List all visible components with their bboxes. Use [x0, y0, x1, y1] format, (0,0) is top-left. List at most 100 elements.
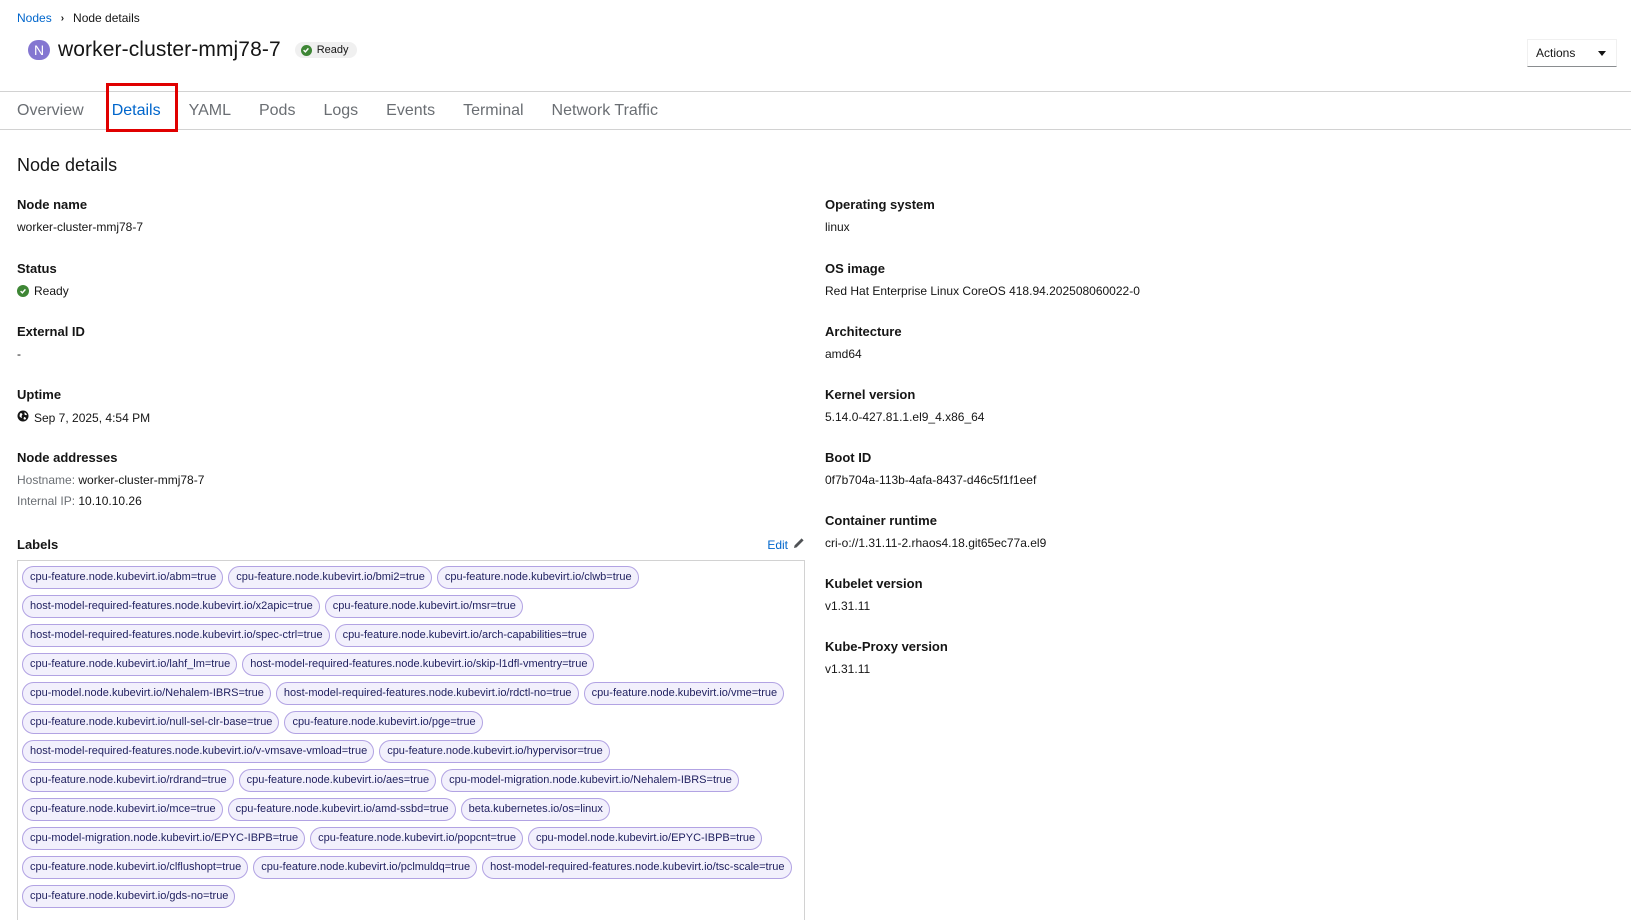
check-circle-icon: [17, 285, 29, 297]
uptime-field: Uptime Sep 7, 2025, 4:54 PM: [17, 387, 150, 425]
pencil-icon: [793, 537, 805, 552]
architecture-value: amd64: [825, 347, 862, 361]
container-runtime-label: Container runtime: [825, 513, 937, 528]
os-image-value: Red Hat Enterprise Linux CoreOS 418.94.2…: [825, 284, 1140, 298]
node-resource-badge: N: [28, 40, 50, 60]
boot-id-label: Boot ID: [825, 450, 872, 465]
tab-pods[interactable]: Pods: [259, 102, 295, 120]
actions-dropdown[interactable]: Actions: [1527, 39, 1617, 67]
breadcrumb: Nodes › Node details: [17, 11, 140, 25]
label-chip[interactable]: cpu-feature.node.kubevirt.io/lahf_lm=tru…: [22, 653, 238, 676]
labels-list: cpu-feature.node.kubevirt.io/abm=true cpu…: [17, 560, 805, 920]
operating-system-value: linux: [825, 220, 850, 234]
tab-yaml[interactable]: YAML: [189, 102, 231, 120]
kubelet-version-label: Kubelet version: [825, 576, 923, 591]
kernel-version-value: 5.14.0-427.81.1.el9_4.x86_64: [825, 410, 985, 424]
label-chip[interactable]: cpu-model-migration.node.kubevirt.io/EPY…: [22, 827, 306, 850]
architecture-label: Architecture: [825, 324, 902, 339]
page-header: N worker-cluster-mmj78-7 Ready: [28, 38, 357, 62]
actions-dropdown-label: Actions: [1536, 46, 1576, 60]
node-addresses-label: Node addresses: [17, 450, 118, 465]
uptime-value-row: Sep 7, 2025, 4:54 PM: [17, 410, 150, 425]
label-chip[interactable]: cpu-feature.node.kubevirt.io/hypervisor=…: [379, 740, 610, 763]
tab-network-traffic[interactable]: Network Traffic: [552, 102, 658, 120]
node-addresses-field: Node addresses Hostname: worker-cluster-…: [17, 450, 204, 515]
tab-logs[interactable]: Logs: [323, 102, 358, 120]
status-badge-label: Ready: [316, 44, 349, 56]
external-id-field: External ID -: [17, 324, 85, 361]
labels-header: Labels Edit: [17, 537, 805, 552]
internal-ip-row: Internal IP: 10.10.10.26: [17, 494, 204, 508]
status-field: Status Ready: [17, 261, 69, 298]
labels-label: Labels: [17, 537, 59, 552]
tab-events[interactable]: Events: [386, 102, 435, 120]
label-chip[interactable]: cpu-model-migration.node.kubevirt.io/Neh…: [441, 769, 739, 792]
label-chip[interactable]: cpu-feature.node.kubevirt.io/abm=true: [22, 566, 224, 589]
label-chip[interactable]: cpu-feature.node.kubevirt.io/vme=true: [583, 682, 785, 705]
label-chip[interactable]: cpu-feature.node.kubevirt.io/popcnt=true: [310, 827, 523, 850]
external-id-label: External ID: [17, 324, 85, 339]
status-badge: Ready: [294, 42, 357, 58]
label-chip[interactable]: host-model-required-features.node.kubevi…: [482, 856, 792, 879]
label-chip[interactable]: cpu-feature.node.kubevirt.io/msr=true: [324, 595, 523, 618]
uptime-value: Sep 7, 2025, 4:54 PM: [34, 410, 151, 425]
label-chip[interactable]: host-model-required-features.node.kubevi…: [22, 595, 320, 618]
kernel-version-label: Kernel version: [825, 387, 916, 402]
operating-system-label: Operating system: [825, 197, 935, 212]
boot-id-field: Boot ID 0f7b704a-113b-4afa-8437-d46c5f1f…: [825, 450, 1036, 487]
details-tab-highlight: [106, 83, 178, 132]
node-name-label: Node name: [17, 197, 88, 212]
label-chip[interactable]: beta.kubernetes.io/os=linux: [460, 798, 610, 821]
label-chip[interactable]: cpu-feature.node.kubevirt.io/null-sel-cl…: [22, 711, 280, 734]
label-chip[interactable]: cpu-feature.node.kubevirt.io/rdrand=true: [22, 769, 234, 792]
os-image-field: OS image Red Hat Enterprise Linux CoreOS…: [825, 261, 1140, 298]
tab-overview[interactable]: Overview: [17, 102, 84, 120]
kube-proxy-version-label: Kube-Proxy version: [825, 639, 948, 654]
hostname-key: Hostname:: [17, 473, 76, 487]
hostname-row: Hostname: worker-cluster-mmj78-7: [17, 473, 204, 487]
label-chip[interactable]: cpu-feature.node.kubevirt.io/pge=true: [284, 711, 483, 734]
label-chip[interactable]: cpu-feature.node.kubevirt.io/amd-ssbd=tr…: [227, 798, 456, 821]
kube-proxy-version-value: v1.31.11: [825, 662, 871, 676]
label-chip[interactable]: cpu-model.node.kubevirt.io/Nehalem-IBRS=…: [22, 682, 271, 705]
status-value: Ready: [34, 284, 69, 298]
container-runtime-value: cri-o://1.31.11-2.rhaos4.18.git65ec77a.e…: [825, 536, 1047, 550]
page-title: worker-cluster-mmj78-7: [58, 38, 281, 61]
status-value-row: Ready: [17, 284, 69, 298]
label-chip[interactable]: host-model-required-features.node.kubevi…: [22, 740, 375, 763]
breadcrumb-nodes-link[interactable]: Nodes: [17, 11, 52, 25]
label-chip[interactable]: host-model-required-features.node.kubevi…: [22, 624, 330, 647]
caret-down-icon: [1598, 50, 1606, 56]
label-chip[interactable]: cpu-feature.node.kubevirt.io/aes=true: [238, 769, 437, 792]
operating-system-field: Operating system linux: [825, 197, 935, 234]
label-chip[interactable]: cpu-feature.node.kubevirt.io/gds-no=true: [22, 885, 236, 908]
label-chip[interactable]: cpu-feature.node.kubevirt.io/clwb=true: [436, 566, 639, 589]
edit-labels-label: Edit: [767, 537, 788, 552]
label-chip[interactable]: cpu-feature.node.kubevirt.io/clflushopt=…: [22, 856, 249, 879]
section-title: Node details: [17, 155, 118, 175]
label-chip[interactable]: cpu-feature.node.kubevirt.io/bmi2=true: [228, 566, 432, 589]
internal-ip-key: Internal IP:: [17, 494, 76, 508]
kubelet-version-value: v1.31.11: [825, 599, 871, 613]
container-runtime-field: Container runtime cri-o://1.31.11-2.rhao…: [825, 513, 1046, 550]
status-label: Status: [17, 261, 57, 276]
boot-id-value: 0f7b704a-113b-4afa-8437-d46c5f1f1eef: [825, 473, 1037, 487]
node-name-value: worker-cluster-mmj78-7: [17, 220, 144, 234]
label-chip[interactable]: cpu-feature.node.kubevirt.io/mce=true: [22, 798, 223, 821]
os-image-label: OS image: [825, 261, 885, 276]
node-name-field: Node name worker-cluster-mmj78-7: [17, 197, 143, 234]
label-chip[interactable]: host-model-required-features.node.kubevi…: [275, 682, 579, 705]
tab-bar: Overview Details YAML Pods Logs Events T…: [0, 91, 1631, 130]
label-chip[interactable]: cpu-model.node.kubevirt.io/EPYC-IBPB=tru…: [527, 827, 763, 850]
edit-labels-button[interactable]: Edit: [767, 537, 805, 552]
globe-icon: [17, 410, 29, 425]
internal-ip-value: 10.10.10.26: [78, 494, 142, 508]
label-chip[interactable]: cpu-feature.node.kubevirt.io/pclmuldq=tr…: [253, 856, 478, 879]
uptime-label: Uptime: [17, 387, 62, 402]
kubelet-version-field: Kubelet version v1.31.11: [825, 576, 923, 613]
label-chip[interactable]: cpu-feature.node.kubevirt.io/arch-capabi…: [334, 624, 594, 647]
label-chip[interactable]: host-model-required-features.node.kubevi…: [242, 653, 595, 676]
breadcrumb-current: Node details: [73, 11, 140, 25]
architecture-field: Architecture amd64: [825, 324, 902, 361]
tab-terminal[interactable]: Terminal: [463, 102, 523, 120]
